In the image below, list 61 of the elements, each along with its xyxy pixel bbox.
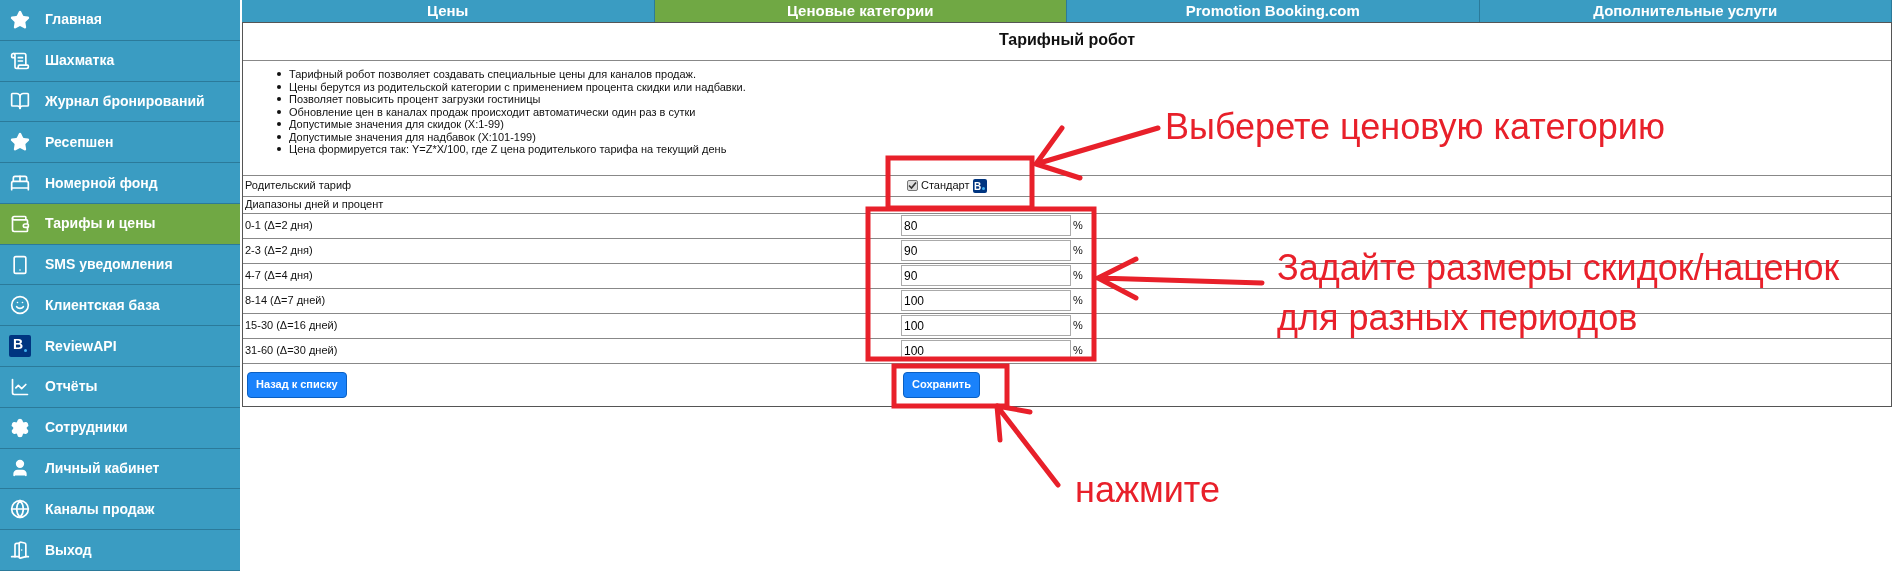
checkbox[interactable] bbox=[907, 180, 918, 191]
tab[interactable]: Promotion Booking.com bbox=[1067, 0, 1480, 22]
unit-label: % bbox=[1073, 293, 1083, 309]
annotation-text: Выберете ценовую категорию bbox=[1165, 105, 1665, 149]
info-text: Обновление цен в каналах продаж происходит автоматически один раз в сутки bbox=[289, 105, 696, 118]
settings-icon bbox=[10, 417, 30, 438]
list-icon bbox=[10, 50, 30, 71]
info-text: Тарифный робот позволяет создавать специальные цены для каналов продаж. bbox=[289, 68, 696, 81]
unit-label: % bbox=[1073, 243, 1083, 259]
chart-icon bbox=[10, 376, 30, 397]
back-button[interactable]: Назад к списку bbox=[247, 371, 347, 398]
unit-label: % bbox=[1073, 343, 1083, 359]
range-label: 2-3 (Δ=2 дня) bbox=[244, 243, 314, 259]
percent-field[interactable]: 90 bbox=[901, 240, 1071, 261]
range-label: 8-14 (Δ=7 дней) bbox=[244, 293, 327, 309]
info-text: Допустимые значения для скидок (X:1-99) bbox=[289, 118, 504, 131]
phone-icon bbox=[10, 254, 30, 275]
star-icon bbox=[10, 132, 30, 153]
book-icon bbox=[10, 91, 30, 112]
field-label: Родительский тариф bbox=[244, 178, 353, 194]
tab[interactable]: Цены bbox=[242, 0, 655, 22]
range-label: 0-1 (Δ=2 дня) bbox=[244, 218, 314, 234]
unit-label: % bbox=[1073, 268, 1083, 284]
info-text: Допустимые значения для надбавок (X:101-199) bbox=[289, 130, 536, 143]
face-icon bbox=[10, 295, 30, 316]
section-label: Диапазоны дней и процент bbox=[244, 197, 384, 213]
page-title: Тарифный робот bbox=[998, 30, 1136, 50]
bed-icon bbox=[10, 173, 30, 193]
percent-field[interactable]: 100 bbox=[901, 290, 1071, 311]
percent-field[interactable]: 80 bbox=[901, 215, 1071, 236]
info-text: Цена формируется так: Y=Z*X/100, где Z цена родителького тарифа на текущий день bbox=[289, 143, 727, 156]
purse-icon bbox=[10, 213, 30, 234]
bullet-icon bbox=[277, 84, 281, 89]
info-text: Позволяет повысить процент загрузки гостиницы bbox=[289, 93, 541, 106]
tab[interactable]: Дополнительные услуги bbox=[1479, 0, 1892, 22]
unit-label: % bbox=[1073, 318, 1083, 334]
annotation-text: Задайте размеры скидок/наценок для разных периодов bbox=[1277, 246, 1840, 340]
tab[interactable]: Ценовые категории bbox=[654, 0, 1067, 22]
range-label: 15-30 (Δ=16 дней) bbox=[244, 318, 339, 334]
bullet-icon bbox=[277, 97, 281, 102]
sidebar-item[interactable]: Тарифы и цены bbox=[0, 203, 240, 245]
save-button[interactable]: Сохранить bbox=[903, 371, 980, 398]
unit-label: % bbox=[1073, 218, 1083, 234]
booking-logo-icon: B bbox=[9, 335, 31, 358]
person-icon bbox=[10, 458, 30, 479]
percent-field[interactable]: 100 bbox=[901, 315, 1071, 336]
bullet-icon bbox=[277, 147, 281, 152]
info-text: Цены берутся из родительской категории с применением процента скидки или надбавки. bbox=[289, 80, 746, 93]
bullet-icon bbox=[277, 109, 281, 114]
range-label: 4-7 (Δ=4 дня) bbox=[244, 268, 314, 284]
bullet-icon bbox=[277, 134, 281, 139]
option-label: Стандарт bbox=[921, 178, 970, 194]
bullet-icon bbox=[277, 72, 281, 77]
percent-field[interactable]: 90 bbox=[901, 265, 1071, 286]
bullet-icon bbox=[277, 122, 281, 127]
star-icon bbox=[10, 9, 30, 30]
annotation-text: нажмите bbox=[1075, 468, 1220, 512]
globe-icon bbox=[10, 499, 30, 520]
booking-logo-icon: B bbox=[972, 178, 987, 193]
range-label: 31-60 (Δ=30 дней) bbox=[244, 343, 339, 359]
exit-icon bbox=[10, 540, 30, 561]
